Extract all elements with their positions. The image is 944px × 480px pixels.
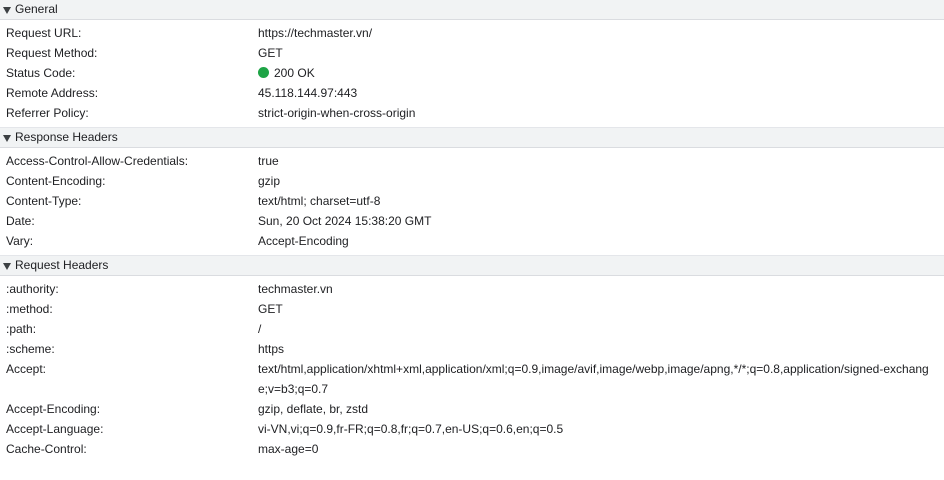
general-rows: Request URL: https://techmaster.vn/ Requ… <box>0 20 944 127</box>
status-ok-dot-icon <box>258 67 269 78</box>
header-value: https://techmaster.vn/ <box>258 26 373 40</box>
header-value: Sun, 20 Oct 2024 15:38:20 GMT <box>258 214 432 228</box>
header-row: Vary: Accept-Encoding <box>0 231 944 251</box>
status-code-text: 200 OK <box>274 66 315 80</box>
header-value: / <box>258 322 262 336</box>
header-value: Accept-Encoding <box>258 234 349 248</box>
header-row: Accept-Encoding: gzip, deflate, br, zstd <box>0 399 944 419</box>
header-key: Request Method: <box>6 46 98 60</box>
header-value: https <box>258 342 285 356</box>
header-key: Request URL: <box>6 26 82 40</box>
header-row: Content-Encoding: gzip <box>0 171 944 191</box>
header-value: techmaster.vn <box>258 282 333 296</box>
header-key: Remote Address: <box>6 86 99 100</box>
header-key: Status Code: <box>6 66 76 80</box>
header-value: gzip <box>258 174 281 188</box>
header-key: Date: <box>6 214 35 228</box>
header-key: Content-Type: <box>6 194 82 208</box>
header-value: text/html,application/xhtml+xml,applicat… <box>258 362 929 396</box>
request-headers-section: Request Headers :authority: techmaster.v… <box>0 256 944 463</box>
header-row: :scheme: https <box>0 339 944 359</box>
header-key: Content-Encoding: <box>6 174 106 188</box>
request-headers-rows: :authority: techmaster.vn :method: GET :… <box>0 276 944 463</box>
header-value: strict-origin-when-cross-origin <box>258 106 416 120</box>
header-value: gzip, deflate, br, zstd <box>258 402 369 416</box>
header-row: Accept: text/html,application/xhtml+xml,… <box>0 359 944 399</box>
header-value: GET <box>258 46 283 60</box>
disclosure-triangle-icon <box>3 262 11 270</box>
header-row: Content-Type: text/html; charset=utf-8 <box>0 191 944 211</box>
header-value: vi-VN,vi;q=0.9,fr-FR;q=0.8,fr;q=0.7,en-U… <box>258 422 564 436</box>
response-headers-section-header[interactable]: Response Headers <box>0 128 944 148</box>
header-key: :method: <box>6 302 53 316</box>
header-value: true <box>258 154 279 168</box>
header-key: Accept-Language: <box>6 422 104 436</box>
response-headers-rows: Access-Control-Allow-Credentials: true C… <box>0 148 944 255</box>
header-key: :scheme: <box>6 342 55 356</box>
header-key: Vary: <box>6 234 34 248</box>
header-row-remote-address: Remote Address: 45.118.144.97:443 <box>0 83 944 103</box>
disclosure-triangle-icon <box>3 134 11 142</box>
header-value: max-age=0 <box>258 442 319 456</box>
header-row-referrer-policy: Referrer Policy: strict-origin-when-cros… <box>0 103 944 123</box>
header-row: :path: / <box>0 319 944 339</box>
general-section-header[interactable]: General <box>0 0 944 20</box>
header-row: Accept-Language: vi-VN,vi;q=0.9,fr-FR;q=… <box>0 419 944 439</box>
header-row: Access-Control-Allow-Credentials: true <box>0 151 944 171</box>
header-key: Referrer Policy: <box>6 106 89 120</box>
header-value: text/html; charset=utf-8 <box>258 194 381 208</box>
header-key: :authority: <box>6 282 59 296</box>
header-row: :method: GET <box>0 299 944 319</box>
header-value-status: 200 OK <box>258 63 944 83</box>
header-key: Accept-Encoding: <box>6 402 101 416</box>
response-headers-section-title: Response Headers <box>15 130 118 144</box>
general-section-title: General <box>15 2 58 16</box>
header-key: Accept: <box>6 362 47 376</box>
header-row-request-url: Request URL: https://techmaster.vn/ <box>0 23 944 43</box>
header-row: Cache-Control: max-age=0 <box>0 439 944 459</box>
header-row: Date: Sun, 20 Oct 2024 15:38:20 GMT <box>0 211 944 231</box>
header-value: GET <box>258 302 283 316</box>
header-key: Access-Control-Allow-Credentials: <box>6 154 189 168</box>
disclosure-triangle-icon <box>3 6 11 14</box>
response-headers-section: Response Headers Access-Control-Allow-Cr… <box>0 128 944 256</box>
request-headers-section-header[interactable]: Request Headers <box>0 256 944 276</box>
header-key: Cache-Control: <box>6 442 87 456</box>
general-section: General Request URL: https://techmaster.… <box>0 0 944 128</box>
request-headers-section-title: Request Headers <box>15 258 109 272</box>
header-key: :path: <box>6 322 37 336</box>
header-row: :authority: techmaster.vn <box>0 279 944 299</box>
header-row-request-method: Request Method: GET <box>0 43 944 63</box>
header-value: 45.118.144.97:443 <box>258 86 358 100</box>
header-row-status-code: Status Code: 200 OK <box>0 63 944 83</box>
